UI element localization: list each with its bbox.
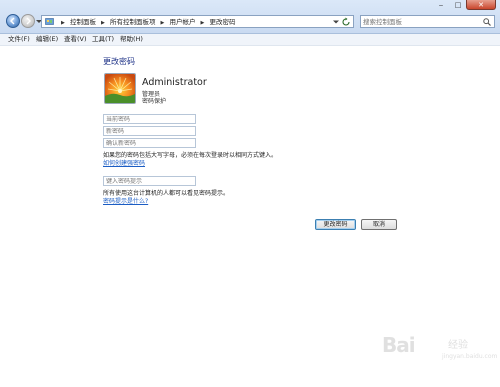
cancel-button[interactable]: 取消	[361, 219, 397, 230]
password-status: 密码保护	[142, 98, 167, 105]
breadcrumb-item-control-panel[interactable]: 控制面板	[70, 17, 96, 28]
menu-edit[interactable]: 编辑(E)	[36, 34, 58, 45]
breadcrumb-item-all-items[interactable]: 所有控制面板项	[110, 17, 156, 28]
menu-help[interactable]: 帮助(H)	[120, 34, 143, 45]
search-input[interactable]	[363, 16, 478, 27]
menu-view[interactable]: 查看(V)	[64, 34, 87, 45]
address-bar: ‒ □ ✕ ▶ 控制面板 ▶ 所有控制面板项 ▶ 用户帐户 ▶ 更改密码 搜索控…	[0, 0, 500, 34]
refresh-icon[interactable]	[341, 17, 351, 27]
new-password-input[interactable]	[104, 127, 195, 136]
search-box[interactable]	[360, 15, 495, 28]
page-title: 更改密码	[103, 57, 135, 66]
chevron-right-icon[interactable]: ▶	[101, 18, 105, 29]
password-hint-field[interactable]	[103, 176, 196, 186]
current-password-input[interactable]	[104, 115, 195, 124]
breadcrumb-item-change-password[interactable]: 更改密码	[209, 17, 235, 28]
back-arrow-icon	[10, 17, 15, 25]
forward-button[interactable]	[21, 14, 35, 28]
new-password-field[interactable]	[103, 126, 196, 136]
forward-arrow-icon	[26, 17, 31, 25]
menu-tools[interactable]: 工具(T)	[92, 34, 114, 45]
strong-password-link[interactable]: 如何创建强密码	[103, 158, 145, 167]
confirm-password-input[interactable]	[104, 139, 195, 148]
user-name: Administrator	[142, 77, 207, 88]
menu-file[interactable]: 文件(F)	[8, 34, 30, 45]
watermark-url: jingyan.baidu.com	[442, 353, 498, 360]
menu-bar: 文件(F) 编辑(E) 查看(V) 工具(T) 帮助(H)	[0, 34, 500, 46]
search-icon[interactable]	[483, 18, 491, 26]
user-flower-avatar	[105, 74, 135, 103]
control-panel-icon	[45, 18, 54, 25]
close-button[interactable]: ✕	[466, 0, 496, 10]
window: ‒ □ ✕ ▶ 控制面板 ▶ 所有控制面板项 ▶ 用户帐户 ▶ 更改密码 搜索控…	[0, 0, 500, 387]
address-dropdown-icon[interactable]	[333, 19, 339, 25]
password-hint-input[interactable]	[104, 177, 195, 186]
breadcrumb[interactable]: ▶ 控制面板 ▶ 所有控制面板项 ▶ 用户帐户 ▶ 更改密码	[41, 15, 354, 28]
breadcrumb-item-user-accounts[interactable]: 用户帐户	[169, 17, 195, 28]
back-button[interactable]	[6, 14, 20, 28]
chevron-right-icon[interactable]: ▶	[201, 18, 205, 29]
watermark-sub: 经验	[448, 340, 468, 351]
confirm-password-field[interactable]	[103, 138, 196, 148]
watermark-brand: Bai	[382, 333, 416, 357]
maximize-button[interactable]: □	[450, 0, 466, 10]
avatar	[104, 73, 136, 104]
what-is-hint-link[interactable]: 密码提示是什么?	[103, 196, 148, 205]
change-password-button[interactable]: 更改密码	[315, 219, 356, 230]
chevron-right-icon: ▶	[61, 20, 65, 26]
chevron-right-icon[interactable]: ▶	[161, 18, 165, 29]
current-password-field[interactable]	[103, 114, 196, 124]
minimize-button[interactable]: ‒	[433, 0, 449, 10]
breadcrumb-items: ▶ 控制面板 ▶ 所有控制面板项 ▶ 用户帐户 ▶ 更改密码	[58, 17, 235, 28]
watermark: Bai 经验 jingyan.baidu.com	[372, 327, 497, 377]
